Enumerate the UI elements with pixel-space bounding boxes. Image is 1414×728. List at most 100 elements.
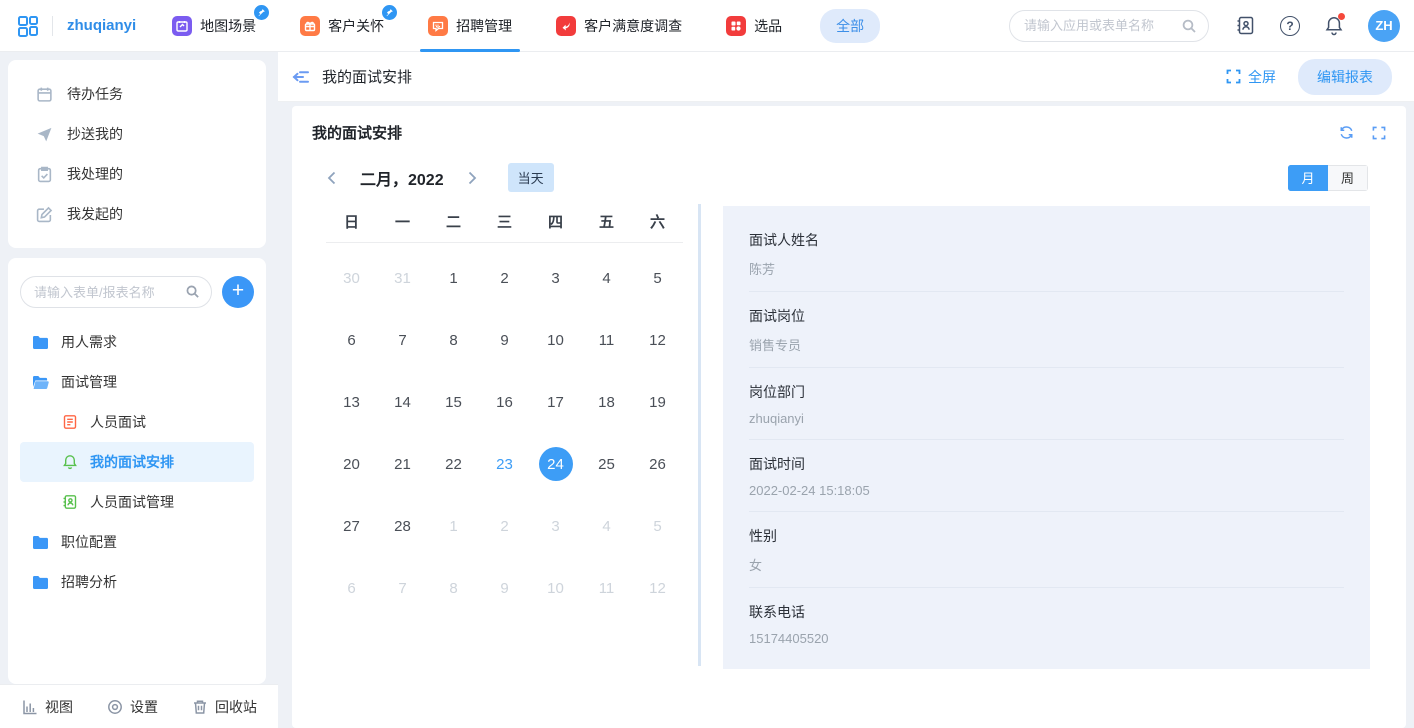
calendar-day[interactable]: 23 xyxy=(479,433,530,495)
calendar-grid: 30 31 1 2 3 4 5 xyxy=(326,247,694,619)
sidebar-item-cc-to-me[interactable]: 抄送我的 xyxy=(8,114,266,154)
calendar-day[interactable]: 22 xyxy=(428,433,479,495)
calendar-day[interactable]: 2 xyxy=(479,495,530,557)
field-label: 面试岗位 xyxy=(749,306,1344,326)
calendar-day[interactable]: 3 xyxy=(530,247,581,309)
calendar-day[interactable]: 30 xyxy=(326,247,377,309)
report-card: 我的面试安排 二月，2022 当天 xyxy=(292,106,1406,728)
calendar-day[interactable]: 17 xyxy=(530,371,581,433)
folder-recruitment-analysis[interactable]: 招聘分析 xyxy=(20,562,254,602)
add-form-button[interactable]: + xyxy=(222,276,254,308)
edit-report-button[interactable]: 编辑报表 xyxy=(1298,59,1392,95)
folder-position-config[interactable]: 职位配置 xyxy=(20,522,254,562)
calendar-day[interactable]: 18 xyxy=(581,371,632,433)
address-book-icon[interactable] xyxy=(1235,15,1256,36)
calendar-day[interactable]: 20 xyxy=(326,433,377,495)
tab-map-scene[interactable]: 地图场景 xyxy=(172,0,256,52)
calendar-day[interactable]: 26 xyxy=(632,433,683,495)
calendar-day[interactable]: 7 xyxy=(377,309,428,371)
prev-month-icon[interactable] xyxy=(320,168,344,188)
expand-icon[interactable] xyxy=(1372,126,1386,140)
calendar-day[interactable]: 15 xyxy=(428,371,479,433)
folder-icon xyxy=(32,335,49,350)
calendar-day[interactable]: 21 xyxy=(377,433,428,495)
calendar-day[interactable]: 31 xyxy=(377,247,428,309)
calendar-day[interactable]: 3 xyxy=(530,495,581,557)
field-label: 岗位部门 xyxy=(749,382,1344,402)
folder-icon xyxy=(32,535,49,550)
sidebar-item-label: 人员面试管理 xyxy=(90,492,174,512)
calendar-day[interactable]: 14 xyxy=(377,371,428,433)
next-month-icon[interactable] xyxy=(460,168,484,188)
search-icon[interactable] xyxy=(185,284,200,299)
sidebar-item-my-interview-schedule[interactable]: 我的面试安排 xyxy=(20,442,254,482)
avatar[interactable]: ZH xyxy=(1368,10,1400,42)
folder-interview-management[interactable]: 面试管理 xyxy=(20,362,254,402)
folder-label: 面试管理 xyxy=(61,372,117,392)
app-grid-logo-icon[interactable] xyxy=(16,14,40,38)
all-apps-pill[interactable]: 全部 xyxy=(820,9,880,43)
app-search-input[interactable] xyxy=(1009,10,1209,42)
calendar-day[interactable]: 10 xyxy=(530,309,581,371)
calendar-day[interactable]: 28 xyxy=(377,495,428,557)
calendar-day[interactable]: 4 xyxy=(581,495,632,557)
main-area: 我的面试安排 全屏 编辑报表 我的面试安排 xyxy=(278,52,1414,728)
form-tree-card: + 用人需求 面试管理 人员面试 我的面试安排 人员面试管理 xyxy=(8,258,266,684)
calendar-day[interactable]: 1 xyxy=(428,495,479,557)
customer-care-app-icon xyxy=(300,16,320,36)
calendar-day[interactable]: 12 xyxy=(632,557,683,619)
calendar-day[interactable]: 6 xyxy=(326,309,377,371)
calendar-day[interactable]: 24 xyxy=(530,433,581,495)
calendar-day[interactable]: 2 xyxy=(479,247,530,309)
bell-icon xyxy=(62,454,78,470)
settings-label: 设置 xyxy=(130,697,158,717)
form-search-input[interactable] xyxy=(20,276,212,308)
calendar-day[interactable]: 13 xyxy=(326,371,377,433)
calendar-day[interactable]: 7 xyxy=(377,557,428,619)
calendar-day[interactable]: 1 xyxy=(428,247,479,309)
notification-bell-icon[interactable] xyxy=(1324,15,1344,36)
calendar-day[interactable]: 4 xyxy=(581,247,632,309)
calendar-day[interactable]: 8 xyxy=(428,309,479,371)
search-icon[interactable] xyxy=(1181,18,1197,34)
calendar-day[interactable]: 19 xyxy=(632,371,683,433)
tab-recruitment[interactable]: 招聘管理 xyxy=(428,0,512,52)
sidebar-item-initiated-by-me[interactable]: 我发起的 xyxy=(8,194,266,234)
views-label: 视图 xyxy=(45,697,73,717)
calendar-day[interactable]: 5 xyxy=(632,495,683,557)
refresh-icon[interactable] xyxy=(1339,125,1354,140)
collapse-sidebar-icon[interactable] xyxy=(292,69,310,85)
calendar-day[interactable]: 6 xyxy=(326,557,377,619)
weekday-label: 四 xyxy=(530,211,581,232)
sidebar-item-personnel-interview[interactable]: 人员面试 xyxy=(20,402,254,442)
sidebar-item-todo-tasks[interactable]: 待办任务 xyxy=(8,74,266,114)
calendar-day[interactable]: 5 xyxy=(632,247,683,309)
help-icon[interactable]: ? xyxy=(1280,16,1300,36)
sidebar-item-handled-by-me[interactable]: 我处理的 xyxy=(8,154,266,194)
recycle-bin-button[interactable]: 回收站 xyxy=(192,697,257,717)
calendar-day[interactable]: 11 xyxy=(581,309,632,371)
folder-staffing-needs[interactable]: 用人需求 xyxy=(20,322,254,362)
settings-button[interactable]: 设置 xyxy=(107,697,158,717)
today-button[interactable]: 当天 xyxy=(508,163,554,192)
views-button[interactable]: 视图 xyxy=(22,697,73,717)
sidebar-item-label: 待办任务 xyxy=(67,84,123,104)
calendar-day[interactable]: 11 xyxy=(581,557,632,619)
sidebar-item-personnel-interview-management[interactable]: 人员面试管理 xyxy=(20,482,254,522)
workspace-name[interactable]: zhuqianyi xyxy=(67,17,136,34)
tab-customer-care[interactable]: 客户关怀 xyxy=(300,0,384,52)
calendar-day[interactable]: 12 xyxy=(632,309,683,371)
calendar: 日一二三四五六 30 31 1 2 3 xyxy=(312,200,694,712)
calendar-day[interactable]: 10 xyxy=(530,557,581,619)
week-view-button[interactable]: 周 xyxy=(1328,165,1368,191)
tab-satisfaction-survey[interactable]: 客户满意度调查 xyxy=(556,0,682,52)
tab-product-selection[interactable]: 选品 xyxy=(726,0,782,52)
calendar-day[interactable]: 9 xyxy=(479,557,530,619)
calendar-day[interactable]: 9 xyxy=(479,309,530,371)
fullscreen-button[interactable]: 全屏 xyxy=(1226,67,1276,87)
month-view-button[interactable]: 月 xyxy=(1288,165,1328,191)
calendar-day[interactable]: 16 xyxy=(479,371,530,433)
calendar-day[interactable]: 27 xyxy=(326,495,377,557)
calendar-day[interactable]: 8 xyxy=(428,557,479,619)
calendar-day[interactable]: 25 xyxy=(581,433,632,495)
